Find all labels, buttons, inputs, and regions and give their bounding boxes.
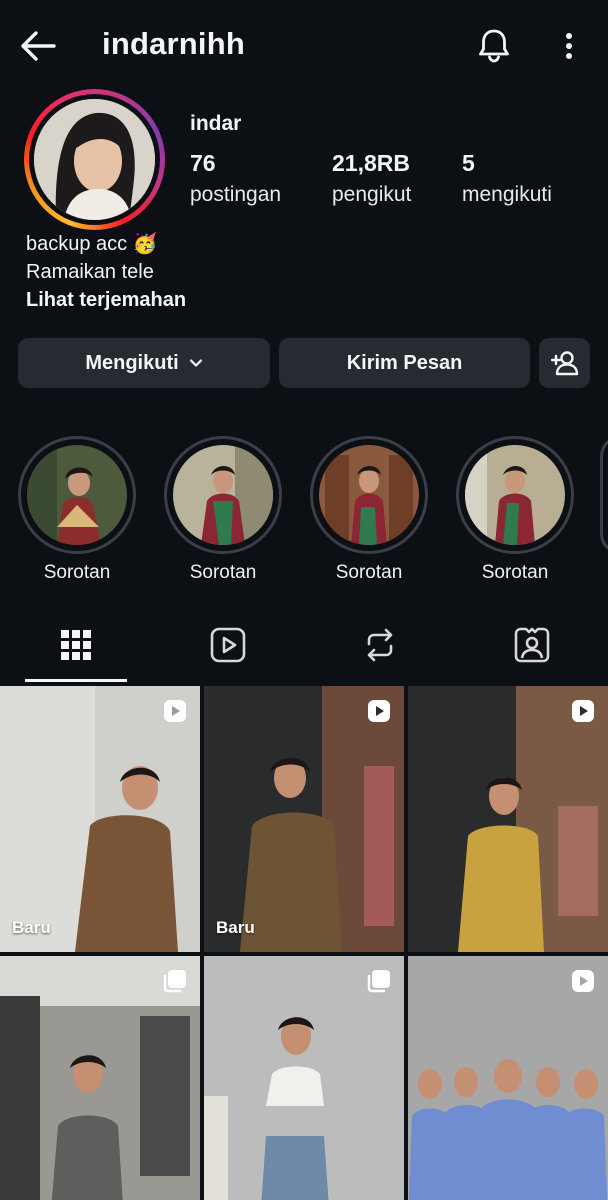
post-tile[interactable] [408,956,608,1200]
highlight-image [465,445,565,545]
stat-value: 5 [462,150,475,176]
translate-link[interactable]: Lihat terjemahan [26,286,186,314]
reel-icon [572,970,594,992]
active-tab-indicator [25,679,127,682]
stat-following[interactable]: 5 mengikuti [462,150,552,207]
highlight-label: Sorotan [189,562,257,583]
stat-value: 76 [190,150,216,176]
bell-icon[interactable] [474,25,514,65]
grid-icon[interactable] [57,626,95,664]
reel-icon [572,700,594,722]
highlight-label: Sorotan [335,562,403,583]
reel-icon [368,700,390,722]
carousel-icon [367,970,390,993]
post-tile[interactable] [204,956,404,1200]
stat-followers[interactable]: 21,8RB pengikut [332,150,411,207]
new-badge: Baru [216,918,255,937]
stat-posts[interactable]: 76 postingan [190,150,281,207]
highlight-image [173,445,273,545]
back-arrow-icon[interactable] [18,26,58,66]
highlight-item-partial[interactable] [600,436,608,554]
reel-icon [164,700,186,722]
highlight-label: Sorotan [43,562,111,583]
highlight-image [319,445,419,545]
profile-username: indarnihh [102,26,246,61]
highlight-image [27,445,127,545]
highlight-item[interactable]: Sorotan [310,436,428,584]
profile-tabs [0,612,608,684]
stat-label: mengikuti [462,183,552,206]
highlight-item[interactable]: Sorotan [18,436,136,584]
story-ring[interactable] [24,89,165,230]
post-tile[interactable]: Baru [204,686,404,952]
following-button[interactable]: Mengikuti [18,338,270,388]
chevron-down-icon [189,359,202,367]
bio-line: Ramaikan tele [26,261,154,283]
highlight-item[interactable]: Sorotan [456,436,574,584]
bio-line: backup acc 🥳 [26,233,158,255]
top-bar: indarnihh [0,0,608,92]
stat-label: postingan [190,183,282,206]
bio: backup acc 🥳 Ramaikan tele Lihat terjema… [26,230,186,314]
avatar[interactable] [34,99,155,220]
reels-icon[interactable] [209,626,247,664]
carousel-icon [163,970,186,993]
stat-label: pengikut [332,183,412,206]
highlight-item[interactable]: Sorotan [164,436,282,584]
new-badge: Baru [12,918,51,937]
tagged-icon[interactable] [513,626,551,664]
reposts-icon[interactable] [361,626,399,664]
highlight-label: Sorotan [481,562,549,583]
post-tile[interactable] [408,686,608,952]
post-tile[interactable] [0,956,200,1200]
more-vertical-icon[interactable] [555,28,583,64]
following-button-label: Mengikuti [85,351,179,374]
message-button-label: Kirim Pesan [346,351,463,374]
message-button[interactable]: Kirim Pesan [279,338,530,388]
add-person-icon [550,351,578,376]
display-name: indar [190,112,242,135]
stat-value: 21,8RB [332,150,410,176]
post-tile[interactable]: Baru [0,686,200,952]
suggest-users-button[interactable] [539,338,590,388]
